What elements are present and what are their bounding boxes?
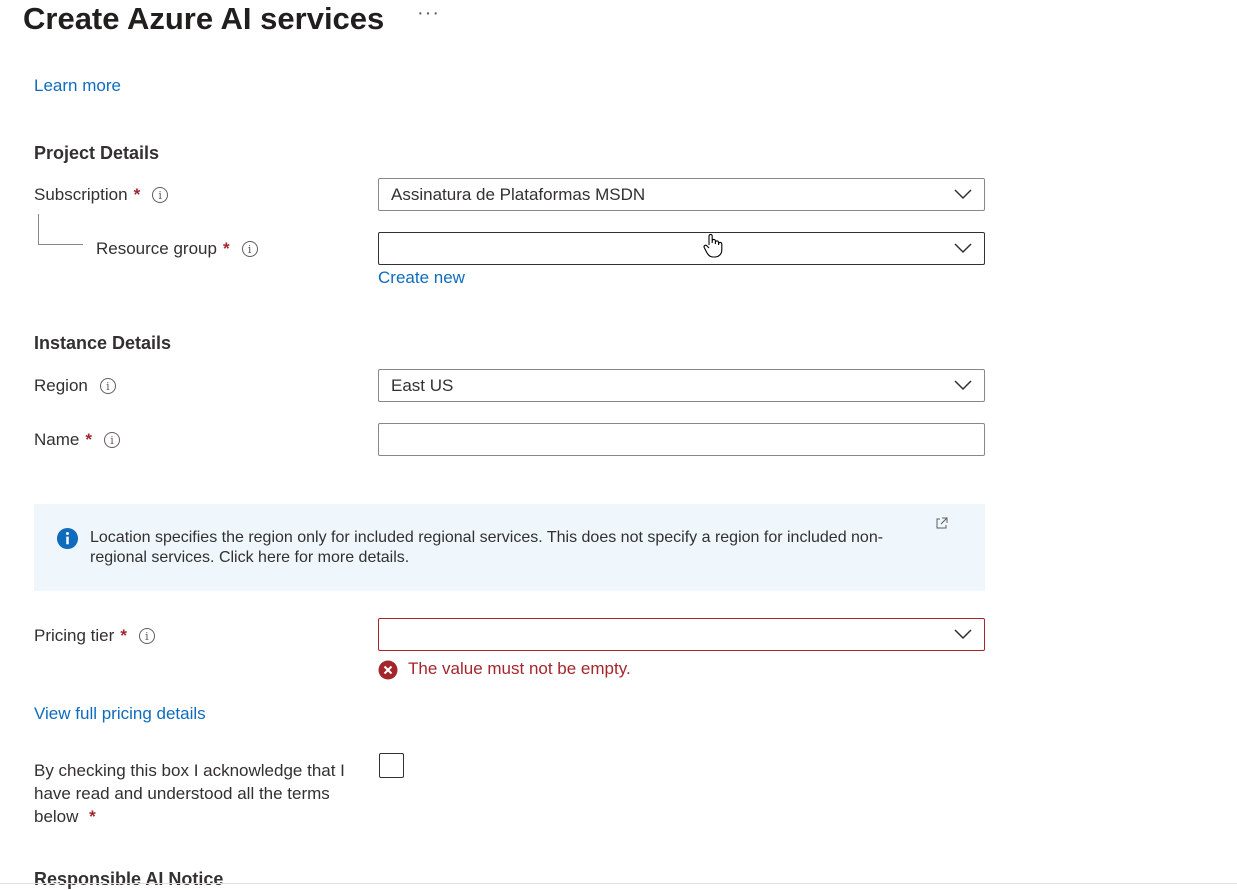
learn-more-link[interactable]: Learn more xyxy=(34,76,121,96)
tree-connector-vertical xyxy=(38,214,39,244)
subscription-label-text: Subscription xyxy=(34,185,128,204)
banner-text: Location specifies the region only for i… xyxy=(90,529,884,566)
resource-group-label-text: Resource group xyxy=(96,239,217,258)
required-asterisk: * xyxy=(133,185,141,204)
view-pricing-link[interactable]: View full pricing details xyxy=(34,704,206,724)
pricing-tier-error: The value must not be empty. xyxy=(408,659,631,678)
subscription-dropdown[interactable]: Assinatura de Plataformas MSDN xyxy=(378,178,985,211)
required-asterisk: * xyxy=(222,239,230,258)
acknowledge-checkbox[interactable] xyxy=(379,753,404,778)
external-link-icon[interactable] xyxy=(935,517,948,530)
resource-group-dropdown[interactable] xyxy=(378,232,985,265)
subscription-value: Assinatura de Plataformas MSDN xyxy=(391,184,646,204)
project-details-heading: Project Details xyxy=(34,143,160,163)
chevron-down-icon xyxy=(954,189,972,200)
info-filled-icon xyxy=(56,527,79,550)
info-icon[interactable]: i xyxy=(138,628,155,644)
info-icon[interactable]: i xyxy=(99,378,116,394)
required-asterisk: * xyxy=(85,430,92,449)
pricing-tier-label-text: Pricing tier xyxy=(34,626,115,645)
more-options-button[interactable]: ··· xyxy=(417,2,440,25)
region-dropdown[interactable]: East US xyxy=(378,369,985,402)
required-asterisk: * xyxy=(89,807,96,826)
error-circle-icon xyxy=(378,660,398,680)
name-label: Name * i xyxy=(34,430,120,450)
bottom-divider xyxy=(0,883,1237,884)
pricing-tier-label: Pricing tier * i xyxy=(34,626,155,646)
chevron-down-icon xyxy=(954,243,972,254)
tree-connector-horizontal xyxy=(38,244,83,245)
chevron-down-icon xyxy=(954,629,972,640)
required-asterisk: * xyxy=(120,626,127,645)
create-new-link[interactable]: Create new xyxy=(378,268,465,288)
name-label-text: Name xyxy=(34,430,80,449)
region-label: Region i xyxy=(34,376,116,396)
subscription-label: Subscription * i xyxy=(34,185,169,205)
pricing-tier-dropdown[interactable] xyxy=(378,618,985,651)
info-icon[interactable]: i xyxy=(241,241,258,257)
responsible-ai-heading: Responsible AI Notice xyxy=(34,869,224,889)
resource-group-label: Resource group * i xyxy=(96,239,258,259)
page-title: Create Azure AI services xyxy=(23,1,385,36)
region-value: East US xyxy=(391,375,454,395)
info-icon[interactable]: i xyxy=(103,432,120,448)
acknowledge-text: By checking this box I acknowledge that … xyxy=(34,761,345,826)
info-icon[interactable]: i xyxy=(152,187,169,203)
acknowledge-label: By checking this box I acknowledge that … xyxy=(34,759,374,828)
region-label-text: Region xyxy=(34,376,88,395)
chevron-down-icon xyxy=(954,380,972,391)
instance-details-heading: Instance Details xyxy=(34,333,172,353)
hand-cursor-icon xyxy=(703,233,723,258)
name-input[interactable] xyxy=(378,423,985,456)
